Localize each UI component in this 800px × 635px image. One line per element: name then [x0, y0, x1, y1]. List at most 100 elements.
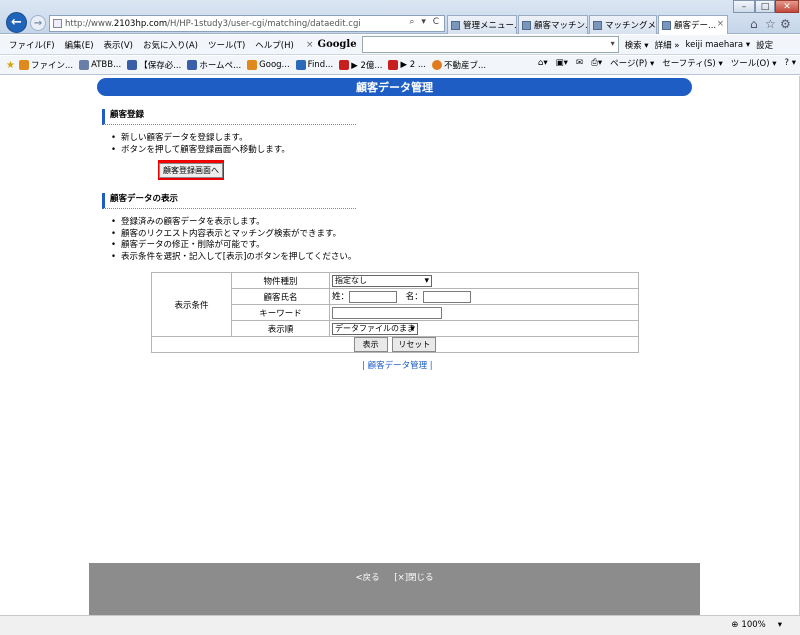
browser-tab[interactable]: 管理メニュー...	[447, 15, 517, 34]
toolbar-close-icon[interactable]: ×	[306, 40, 314, 50]
google-logo: Google	[317, 39, 357, 50]
register-section-heading: 顧客登録	[102, 109, 356, 125]
tab-label: マッチングメ...	[605, 21, 657, 31]
tab-label: 顧客マッチン...	[534, 21, 588, 31]
favorite-link[interactable]: Goog...	[247, 60, 290, 70]
register-screen-button[interactable]: 顧客登録画面へ	[159, 162, 223, 178]
back-link[interactable]: <戻る	[355, 573, 379, 583]
favorite-icon	[431, 60, 442, 70]
browser-tab[interactable]: マッチングメ...	[589, 15, 657, 34]
back-button[interactable]: ←	[6, 12, 27, 33]
chevron-down-icon[interactable]: ▾	[778, 620, 782, 630]
browser-tab-active[interactable]: 顧客デー... ×	[658, 15, 728, 34]
page-title: 顧客データ管理	[97, 78, 692, 96]
favorite-link[interactable]: 【保存必...	[127, 59, 181, 71]
firstname-input[interactable]	[422, 290, 471, 303]
tab-close-icon[interactable]: ×	[717, 19, 724, 29]
favorite-icon	[187, 60, 198, 70]
address-tools-icon[interactable]: ⌕ ▾ C	[409, 17, 441, 27]
conditions-actions: 表示 リセット	[151, 336, 639, 353]
favorite-link[interactable]: ATBB...	[79, 60, 121, 70]
conditions-group-label: 表示条件	[151, 272, 232, 337]
address-bar[interactable]: http://www. 2103hp.com/H/HP-1study3/user-…	[49, 15, 445, 32]
favorite-icon	[79, 60, 90, 70]
favorite-link[interactable]: ▶ 2 ...	[388, 60, 426, 70]
favorite-label: ▶ 2 ...	[400, 60, 426, 70]
favorite-link[interactable]: Find...	[295, 60, 334, 70]
display-conditions-table: 表示条件 物件種別 指定なし 顧客氏名 姓： 名： キーワード 表示順 データフ…	[151, 272, 639, 353]
close-window-button[interactable]: ✕	[775, 0, 799, 13]
menu-tools[interactable]: ツール(T)	[203, 39, 250, 51]
favorite-label: Find...	[307, 60, 334, 70]
home-icon[interactable]: ⌂▾	[538, 58, 548, 68]
list-item: 表示条件を選択・記入して[表示]のボタンを押してください。	[111, 252, 356, 264]
forward-button[interactable]: →	[30, 15, 46, 31]
chevron-down-icon[interactable]: ▾	[611, 39, 615, 48]
register-button-highlight: 顧客登録画面へ	[158, 160, 224, 180]
register-bullets: 新しい顧客データを登録します。 ボタンを押して顧客登録画面へ移動します。	[111, 133, 290, 156]
tab-label: 顧客デー...	[674, 21, 717, 31]
display-bullets: 登録済みの顧客データを表示します。 顧客のリクエスト内容表示とマッチング検索がで…	[111, 217, 356, 263]
favorite-icon	[247, 60, 258, 70]
favorite-link[interactable]: ホームペ...	[187, 59, 241, 71]
minimize-button[interactable]: –	[733, 0, 755, 13]
favorite-link[interactable]: 不動産ブ...	[431, 59, 487, 71]
customer-name-label: 顧客氏名	[231, 288, 330, 305]
display-section-heading: 顧客データの表示	[102, 193, 356, 209]
google-settings-button[interactable]: 設定	[756, 39, 773, 51]
google-more-button[interactable]: 詳細 »	[655, 39, 680, 51]
tab-page-icon	[593, 20, 602, 30]
favorites-star-icon[interactable]: ★	[6, 60, 15, 71]
show-button[interactable]: 表示	[353, 337, 388, 352]
firstname-label: 名：	[405, 292, 423, 303]
favorite-icon	[388, 60, 399, 70]
maximize-button[interactable]: □	[755, 0, 775, 13]
page-footer: <戻る [×]閉じる	[89, 563, 700, 615]
google-search-button[interactable]: 検索 ▾	[625, 39, 649, 51]
favorite-label: 不動産ブ...	[443, 61, 487, 71]
list-item: 新しい顧客データを登録します。	[111, 133, 290, 145]
menu-help[interactable]: ヘルプ(H)	[250, 39, 299, 51]
favorite-label: ファイン...	[30, 61, 74, 71]
tools-menu[interactable]: ツール(O) ▾	[731, 57, 777, 69]
favorite-link[interactable]: ファイン...	[18, 59, 74, 71]
customer-data-link[interactable]: | 顧客データ管理 |	[362, 359, 433, 371]
zoom-control[interactable]: ⊕ 100% ▾	[731, 620, 782, 630]
surname-input[interactable]	[349, 290, 398, 303]
page-icon	[53, 19, 62, 28]
page-menu[interactable]: ページ(P) ▾	[610, 57, 654, 69]
menu-edit[interactable]: 編集(E)	[60, 39, 99, 51]
help-menu[interactable]: ? ▾	[785, 58, 796, 68]
google-toolbar: × Google ▾ 検索 ▾ 詳細 » keiji maehara ▾ 設定	[306, 36, 773, 53]
google-user-menu[interactable]: keiji maehara ▾	[685, 40, 750, 50]
list-item: ボタンを押して顧客登録画面へ移動します。	[111, 145, 290, 157]
print-icon[interactable]: ⎙▾	[591, 58, 602, 68]
favorite-label: ホームペ...	[199, 61, 242, 71]
tab-page-icon	[662, 20, 671, 30]
favorite-label: 【保存必...	[139, 61, 182, 71]
reset-button[interactable]: リセット	[392, 337, 437, 352]
surname-label: 姓：	[332, 292, 350, 303]
close-link[interactable]: [×]閉じる	[394, 573, 433, 583]
favorites-star-icon[interactable]: ☆	[765, 17, 776, 31]
menu-file[interactable]: ファイル(F)	[4, 39, 60, 51]
browser-tab[interactable]: 顧客マッチン...	[518, 15, 588, 34]
google-search-input[interactable]: ▾	[361, 36, 619, 53]
gear-icon[interactable]: ⚙	[780, 17, 791, 31]
safety-menu[interactable]: セーフティ(S) ▾	[662, 57, 722, 69]
property-type-select[interactable]: 指定なし	[332, 274, 432, 287]
list-item: 登録済みの顧客データを表示します。	[111, 217, 356, 229]
menu-view[interactable]: 表示(V)	[99, 39, 138, 51]
favorite-label: ▶ 2億...	[351, 61, 383, 71]
favorite-icon	[127, 60, 138, 70]
home-icon[interactable]: ⌂	[750, 17, 758, 31]
favorite-icon	[339, 60, 350, 70]
tab-page-icon	[522, 20, 531, 30]
sort-order-select[interactable]: データファイルのまま	[332, 322, 418, 335]
mail-icon[interactable]: ✉	[576, 58, 583, 68]
keyword-input[interactable]	[332, 306, 442, 319]
rss-icon[interactable]: ▣▾	[556, 58, 568, 68]
menu-favorites[interactable]: お気に入り(A)	[138, 39, 203, 51]
favorite-link[interactable]: ▶ 2億...	[339, 59, 382, 71]
keyword-label: キーワード	[231, 304, 330, 321]
